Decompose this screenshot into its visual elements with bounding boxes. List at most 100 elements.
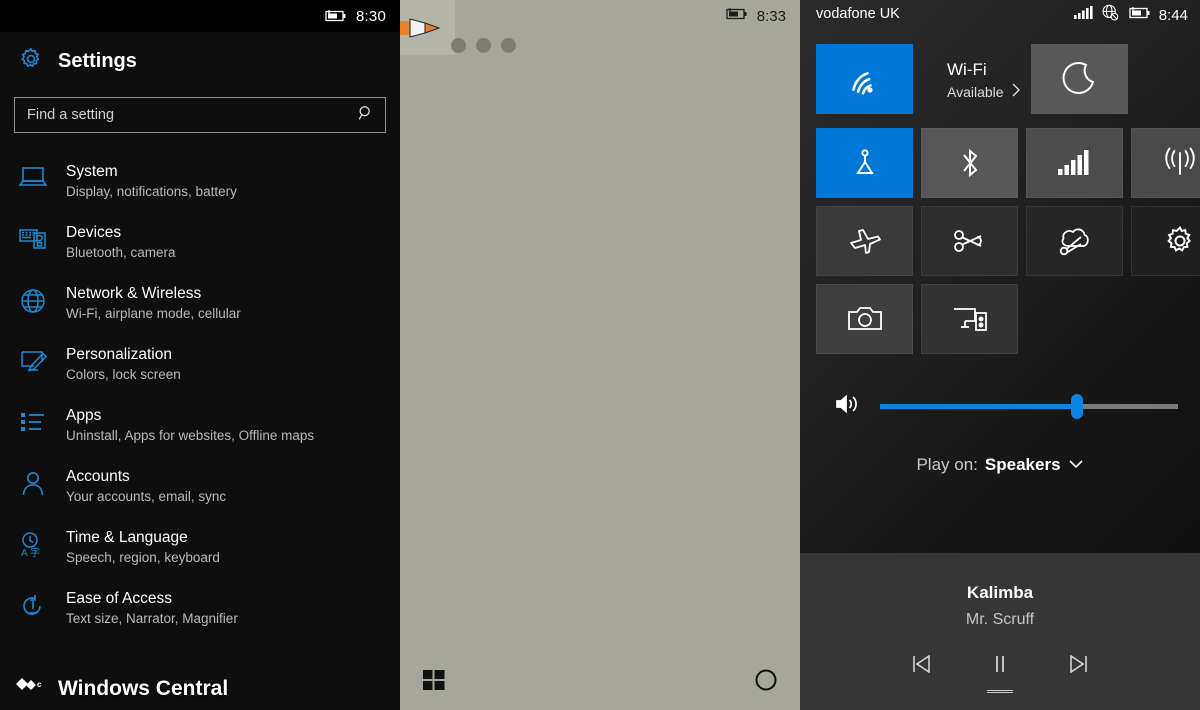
watermark: c Windows Central bbox=[14, 674, 228, 704]
quick-action-all-settings[interactable] bbox=[1131, 206, 1200, 276]
item-title: Ease of Access bbox=[66, 590, 172, 607]
quick-action-camera[interactable] bbox=[816, 284, 913, 354]
volume-row bbox=[800, 354, 1200, 421]
monitor-icon bbox=[16, 162, 50, 191]
search-icon[interactable] bbox=[357, 104, 375, 127]
devices-icon bbox=[16, 223, 50, 252]
screenshot-root: 8:30 Settings Find a setting System Disp… bbox=[0, 0, 1200, 710]
item-title: System bbox=[66, 163, 118, 180]
item-title: Network & Wireless bbox=[66, 285, 202, 302]
battery-charging-icon bbox=[723, 7, 749, 26]
previous-track-icon[interactable] bbox=[910, 653, 934, 680]
settings-list: System Display, notifications, battery D… bbox=[0, 151, 400, 639]
svg-text:A: A bbox=[21, 548, 28, 559]
item-title: Time & Language bbox=[66, 529, 188, 546]
item-subtitle: Text size, Narrator, Magnifier bbox=[66, 611, 238, 626]
play-on-device: Speakers bbox=[984, 455, 1061, 474]
media-controls bbox=[910, 653, 1090, 680]
cellular-bars-icon bbox=[1057, 150, 1088, 175]
item-title: Apps bbox=[66, 407, 102, 424]
task-view-panel: 8:33 4 5 6 – 1 2 3 + ± 0 bbox=[400, 0, 1100, 710]
item-subtitle: Colors, lock screen bbox=[66, 367, 181, 382]
quick-action-location[interactable] bbox=[816, 128, 913, 198]
wifi-icon bbox=[851, 72, 873, 95]
carrier-label: vodafone UK bbox=[816, 6, 900, 22]
chevron-down-icon[interactable] bbox=[1068, 455, 1084, 475]
dot bbox=[501, 38, 516, 53]
gear-icon bbox=[18, 46, 44, 77]
signal-bars-icon bbox=[1073, 5, 1094, 25]
track-title: Kalimba bbox=[966, 583, 1034, 602]
item-title: Accounts bbox=[66, 468, 130, 485]
watermark-text: Windows Central bbox=[58, 677, 229, 700]
wifi-tile[interactable] bbox=[816, 44, 913, 114]
item-subtitle: Wi-Fi, airplane mode, cellular bbox=[66, 306, 241, 321]
sidebar-item-ease-of-access[interactable]: Ease of Access Text size, Narrator, Magn… bbox=[0, 578, 400, 639]
wifi-status: Available bbox=[947, 83, 1004, 100]
snip-icon bbox=[953, 230, 982, 252]
navigation-bar bbox=[400, 654, 800, 710]
sidebar-item-accounts[interactable]: Accounts Your accounts, email, sync bbox=[0, 456, 400, 517]
item-title: Personalization bbox=[66, 346, 172, 363]
battery-charging-icon bbox=[322, 9, 348, 23]
globe-no-internet-icon bbox=[1101, 4, 1119, 27]
quick-action-cellular[interactable] bbox=[1026, 128, 1123, 198]
quick-action-connect[interactable] bbox=[921, 284, 1018, 354]
moon-icon bbox=[1062, 62, 1094, 94]
sidebar-item-network[interactable]: Network & Wireless Wi-Fi, airplane mode,… bbox=[0, 273, 400, 334]
item-subtitle: Speech, region, keyboard bbox=[66, 550, 220, 565]
sidebar-item-time-language[interactable]: A字 Time & Language Speech, region, keybo… bbox=[0, 517, 400, 578]
settings-header: Settings bbox=[0, 32, 400, 87]
search-input[interactable]: Find a setting bbox=[14, 97, 386, 133]
item-title: Devices bbox=[66, 224, 122, 241]
media-player: Kalimba Mr. Scruff bbox=[800, 553, 1200, 710]
location-icon bbox=[855, 149, 874, 174]
bluetooth-icon bbox=[962, 148, 977, 178]
gear-icon bbox=[1166, 226, 1191, 252]
sidebar-item-apps[interactable]: Apps Uninstall, Apps for websites, Offli… bbox=[0, 395, 400, 456]
page-title: Settings bbox=[58, 50, 137, 72]
sidebar-item-personalization[interactable]: Personalization Colors, lock screen bbox=[0, 334, 400, 395]
next-track-icon[interactable] bbox=[1066, 653, 1090, 680]
quick-action-screen-snip[interactable] bbox=[921, 206, 1018, 276]
wifi-name: Wi-Fi bbox=[947, 60, 987, 79]
play-on-row[interactable]: Play on: Speakers bbox=[800, 455, 1200, 475]
item-subtitle: Display, notifications, battery bbox=[66, 184, 237, 199]
dot bbox=[451, 38, 466, 53]
volume-knob[interactable] bbox=[1070, 394, 1083, 419]
circle-search-icon[interactable] bbox=[754, 668, 778, 697]
item-subtitle: Bluetooth, camera bbox=[66, 245, 176, 260]
settings-panel: 8:30 Settings Find a setting System Disp… bbox=[0, 0, 400, 710]
pause-icon[interactable] bbox=[990, 653, 1010, 680]
action-center-panel: vodafone UK 8:44 Wi-Fi Available Play on… bbox=[800, 0, 1200, 710]
quick-action-mobile-hotspot[interactable] bbox=[1131, 128, 1200, 198]
item-subtitle: Uninstall, Apps for websites, Offline ma… bbox=[66, 428, 315, 443]
sidebar-item-system[interactable]: System Display, notifications, battery bbox=[0, 151, 400, 212]
quick-actions-grid bbox=[800, 114, 1200, 354]
speaker-icon[interactable] bbox=[834, 392, 862, 421]
track-artist: Mr. Scruff bbox=[965, 611, 1035, 628]
settings-statusbar: 8:30 bbox=[0, 0, 400, 32]
more-dots-icon[interactable] bbox=[451, 38, 516, 53]
clock: 8:30 bbox=[356, 7, 386, 25]
battery-charging-icon bbox=[1126, 6, 1152, 25]
quick-action-note[interactable] bbox=[1026, 206, 1123, 276]
windows-start-icon[interactable] bbox=[422, 668, 446, 697]
drag-handle[interactable] bbox=[987, 690, 1013, 693]
chevron-right-icon bbox=[1011, 83, 1021, 100]
item-subtitle: Your accounts, email, sync bbox=[66, 489, 227, 504]
quick-action-airplane-mode[interactable] bbox=[816, 206, 913, 276]
sidebar-item-devices[interactable]: Devices Bluetooth, camera bbox=[0, 212, 400, 273]
focus-assist-tile[interactable] bbox=[1031, 44, 1128, 114]
wifi-status-row[interactable]: Available bbox=[947, 83, 1021, 100]
volume-slider[interactable] bbox=[880, 394, 1178, 419]
airplane-icon bbox=[849, 229, 881, 254]
pen-marker-icon bbox=[400, 18, 441, 38]
quick-action-bluetooth[interactable] bbox=[921, 128, 1018, 198]
svg-text:字: 字 bbox=[30, 546, 40, 559]
person-icon bbox=[16, 467, 50, 498]
action-center-top-tiles: Wi-Fi Available Focus assist 30% / 8h bbox=[800, 30, 1200, 114]
volume-fill bbox=[880, 404, 1077, 409]
cloud-snip-icon bbox=[1059, 228, 1089, 256]
pen-card[interactable] bbox=[400, 0, 455, 55]
